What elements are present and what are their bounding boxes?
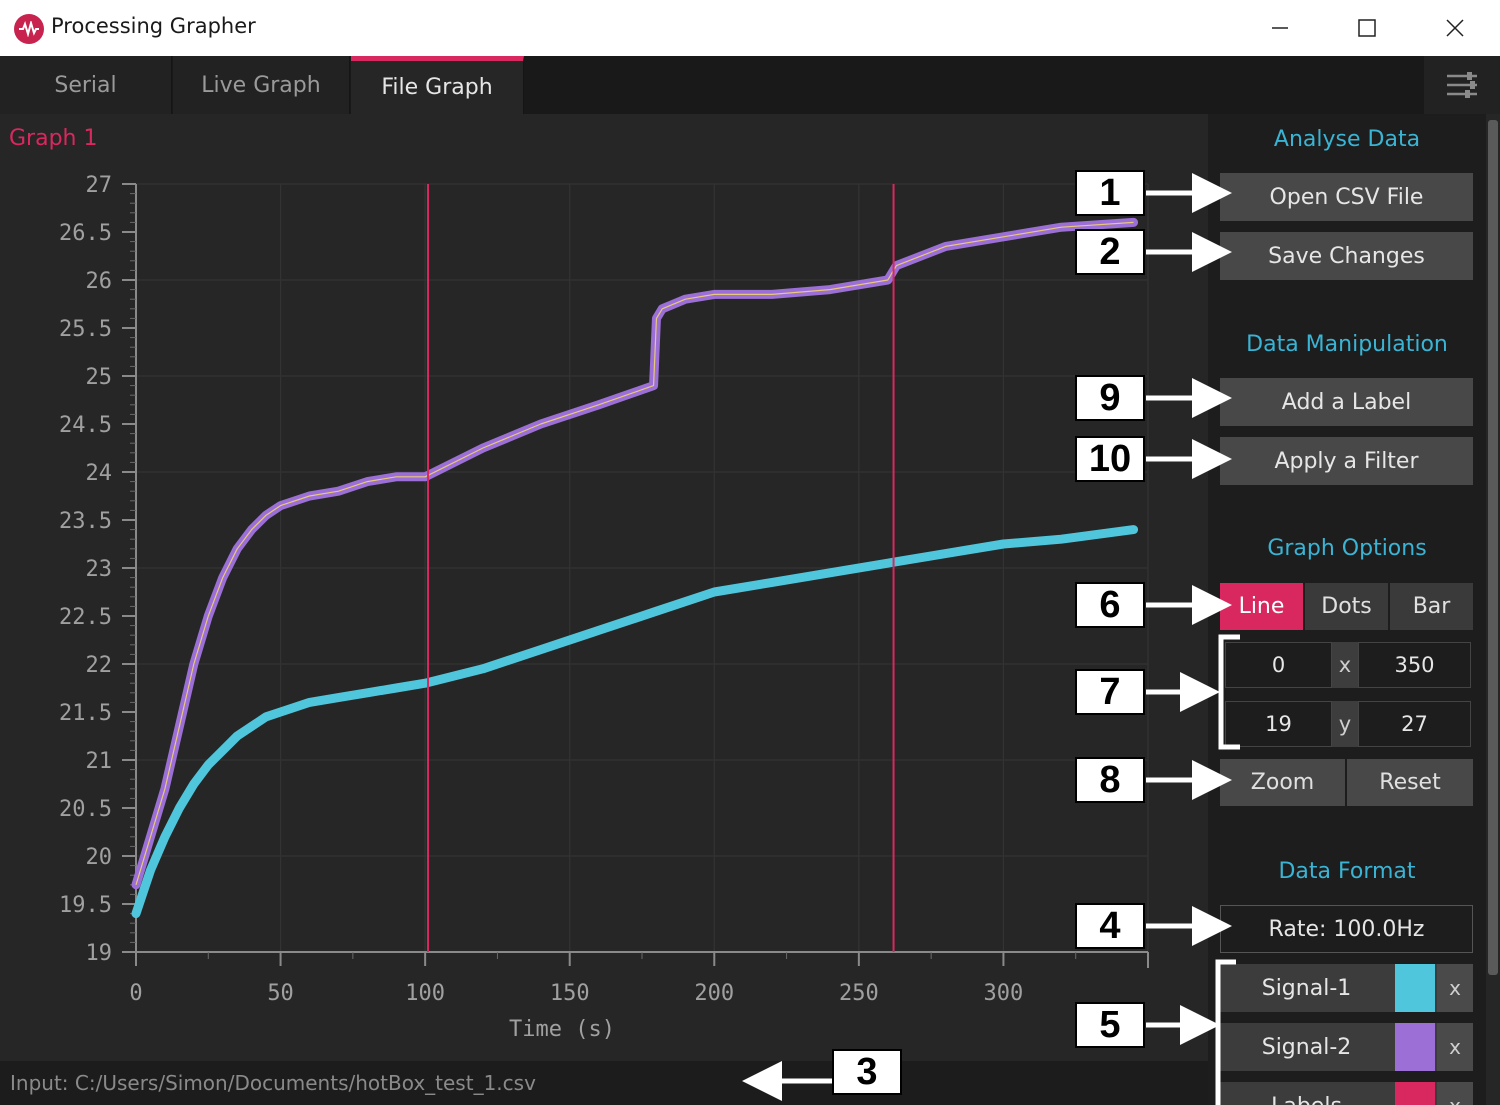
x-tick-label: 200 xyxy=(694,981,734,1006)
graph-type-dots-button[interactable]: Dots xyxy=(1305,583,1388,630)
graph-title: Graph 1 xyxy=(9,126,98,151)
y-tick-label: 22.5 xyxy=(59,605,112,630)
x-axis-label: x xyxy=(1332,642,1358,688)
annotation-marker: 8 xyxy=(1075,757,1145,803)
y-tick-label: 27 xyxy=(86,173,113,198)
signal-color-swatch[interactable] xyxy=(1395,1082,1435,1105)
y-tick-label: 26.5 xyxy=(59,221,112,246)
signal-color-swatch[interactable] xyxy=(1395,1023,1435,1071)
series-line-signal-2 xyxy=(131,217,1139,890)
signal-name[interactable]: Signal-2 xyxy=(1220,1023,1393,1071)
signal-name[interactable]: Labels xyxy=(1220,1082,1393,1105)
y-tick-label: 19.5 xyxy=(59,893,112,918)
apply-filter-button[interactable]: Apply a Filter xyxy=(1220,437,1473,485)
series-mean-line xyxy=(135,221,1134,885)
tab-file-graph[interactable]: File Graph xyxy=(351,56,524,114)
annotation-marker: 4 xyxy=(1075,903,1145,949)
y-tick-label: 20.5 xyxy=(59,797,112,822)
sliders-icon xyxy=(1447,72,1477,98)
x-min-input[interactable]: 0 xyxy=(1225,642,1332,688)
settings-button[interactable] xyxy=(1424,56,1500,114)
sidebar: Analyse Data Open CSV File Save Changes … xyxy=(1208,114,1486,1105)
y-max-input[interactable]: 27 xyxy=(1358,701,1471,747)
y-tick-label: 22 xyxy=(86,653,113,678)
y-axis-label: y xyxy=(1332,701,1358,747)
graph-type-bar-button[interactable]: Bar xyxy=(1390,583,1473,630)
graph-panel[interactable]: 19 19.5 20 20.5 21 21.5 22 22.5 23 23.5 24 24.5 25 25… xyxy=(0,114,1208,1061)
minimize-icon xyxy=(1272,27,1288,29)
input-file-path: Input: C:/Users/Simon/Documents/hotBox_t… xyxy=(10,1071,536,1095)
y-tick-label: 23 xyxy=(86,557,113,582)
signal-color-swatch[interactable] xyxy=(1395,964,1435,1012)
x-tick-label: 0 xyxy=(129,981,142,1006)
minimize-button[interactable] xyxy=(1236,0,1324,56)
title-bar: Processing Grapher xyxy=(0,0,1500,56)
status-bar: Input: C:/Users/Simon/Documents/hotBox_t… xyxy=(0,1061,1208,1105)
tab-serial[interactable]: Serial xyxy=(0,56,172,114)
signal-row[interactable]: Labels x xyxy=(1220,1082,1473,1105)
remove-signal-button[interactable]: x xyxy=(1437,1023,1473,1071)
annotation-marker: 6 xyxy=(1075,582,1145,628)
app-window: Processing Grapher Serial Live Graph Fil… xyxy=(0,0,1500,1105)
signal-name[interactable]: Signal-1 xyxy=(1220,964,1393,1012)
annotation-marker: 9 xyxy=(1075,375,1145,421)
annotation-marker: 7 xyxy=(1075,669,1145,715)
x-tick-label: 100 xyxy=(405,981,445,1006)
app-logo-icon xyxy=(14,14,44,44)
maximize-button[interactable] xyxy=(1323,0,1411,56)
x-tick-label: 150 xyxy=(550,981,590,1006)
y-min-input[interactable]: 19 xyxy=(1225,701,1332,747)
add-label-button[interactable]: Add a Label xyxy=(1220,378,1473,426)
annotation-marker: 1 xyxy=(1075,170,1145,216)
zoom-button[interactable]: Zoom xyxy=(1220,759,1345,806)
line-chart[interactable]: 1919.52020.52121.52222.52323.52424.52525… xyxy=(0,114,1208,1061)
tab-bar: Serial Live Graph File Graph xyxy=(0,56,1500,114)
close-button[interactable] xyxy=(1411,0,1499,56)
y-tick-label: 21 xyxy=(86,749,113,774)
x-max-input[interactable]: 350 xyxy=(1358,642,1471,688)
reset-button[interactable]: Reset xyxy=(1347,759,1473,806)
scrollbar-thumb[interactable] xyxy=(1488,120,1498,975)
annotation-marker: 2 xyxy=(1075,229,1145,275)
x-tick-label: 250 xyxy=(839,981,879,1006)
data-format-title: Data Format xyxy=(1278,859,1416,884)
x-tick-label: 50 xyxy=(267,981,294,1006)
x-tick-label: 300 xyxy=(984,981,1024,1006)
data-manipulation-title: Data Manipulation xyxy=(1246,332,1448,357)
signal-row[interactable]: Signal-1 x xyxy=(1220,964,1473,1012)
y-tick-label: 26 xyxy=(86,269,113,294)
window-title: Processing Grapher xyxy=(51,14,256,38)
y-tick-label: 21.5 xyxy=(59,701,112,726)
graph-type-line-button[interactable]: Line xyxy=(1220,583,1303,630)
save-changes-button[interactable]: Save Changes xyxy=(1220,232,1473,280)
rate-field[interactable]: Rate: 100.0Hz xyxy=(1220,905,1473,953)
y-tick-label: 19 xyxy=(86,941,113,966)
annotation-marker: 5 xyxy=(1075,1002,1145,1048)
remove-signal-button[interactable]: x xyxy=(1437,1082,1473,1105)
y-tick-label: 25.5 xyxy=(59,317,112,342)
signal-row[interactable]: Signal-2 x xyxy=(1220,1023,1473,1071)
y-tick-label: 24.5 xyxy=(59,413,112,438)
tab-live-graph[interactable]: Live Graph xyxy=(173,56,350,114)
y-tick-label: 20 xyxy=(86,845,113,870)
close-icon xyxy=(1446,19,1464,37)
y-tick-label: 25 xyxy=(86,365,113,390)
open-csv-button[interactable]: Open CSV File xyxy=(1220,173,1473,221)
x-axis-title: Time (s) xyxy=(509,1017,615,1042)
y-tick-label: 24 xyxy=(86,461,113,486)
maximize-icon xyxy=(1358,19,1376,37)
sidebar-scrollbar[interactable] xyxy=(1486,114,1500,1105)
analyse-data-title: Analyse Data xyxy=(1273,127,1421,152)
y-tick-label: 23.5 xyxy=(59,509,112,534)
remove-signal-button[interactable]: x xyxy=(1437,964,1473,1012)
annotation-marker: 10 xyxy=(1075,436,1145,482)
graph-options-title: Graph Options xyxy=(1267,536,1427,561)
annotation-marker: 3 xyxy=(832,1049,902,1095)
